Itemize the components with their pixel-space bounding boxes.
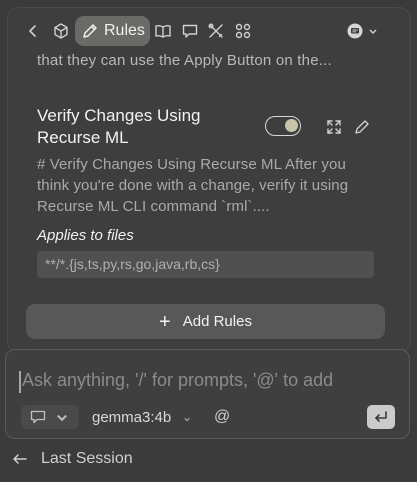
enter-icon: [375, 411, 387, 422]
model-chevron-icon[interactable]: ⌄: [182, 410, 192, 424]
edit-pencil-icon[interactable]: [353, 118, 371, 136]
at-mention-button[interactable]: @: [214, 408, 230, 426]
book-icon[interactable]: [150, 18, 176, 44]
plus-icon: +: [159, 310, 171, 333]
previous-rule-description: that they can use the Apply Button on th…: [37, 52, 332, 69]
add-rules-label: Add Rules: [182, 313, 252, 330]
last-session-label: Last Session: [41, 450, 133, 467]
back-arrow-icon: [13, 454, 27, 464]
tab-rules-label: Rules: [104, 22, 145, 39]
chat-bubble-icon[interactable]: [177, 18, 203, 44]
chevron-down-icon: [369, 29, 377, 34]
rule-description: # Verify Changes Using Recurse ML After …: [37, 156, 349, 215]
last-session-link[interactable]: Last Session: [12, 448, 133, 470]
toggle-knob: [285, 119, 298, 132]
rules-panel: Rules that they can use the Apply Button…: [7, 7, 411, 353]
applies-to-files-label: Applies to files: [37, 227, 134, 244]
mode-selector-button[interactable]: [21, 405, 79, 429]
rule-title: Verify Changes Using Recurse ML: [37, 106, 201, 147]
chevron-down-icon: [57, 414, 67, 422]
assistant-selector[interactable]: [346, 20, 386, 42]
pencil-icon: [83, 24, 97, 38]
chat-input-panel: Ask anything, '/' for prompts, '@' to ad…: [5, 349, 410, 439]
tools-icon[interactable]: [203, 18, 229, 44]
add-rules-button[interactable]: + Add Rules: [26, 304, 385, 339]
expand-icon[interactable]: [325, 118, 343, 136]
chat-input[interactable]: Ask anything, '/' for prompts, '@' to ad…: [22, 370, 333, 391]
cube-icon[interactable]: [48, 18, 74, 44]
assistant-icon: [347, 23, 363, 39]
toolbar: Rules: [8, 14, 410, 48]
grid-icon[interactable]: [230, 18, 256, 44]
back-chevron-icon[interactable]: [20, 18, 46, 44]
submit-button[interactable]: [367, 405, 395, 429]
text-caret: [19, 371, 21, 393]
file-glob-field[interactable]: **/*.{js,ts,py,rs,go,java,rb,cs}: [37, 251, 374, 278]
model-selector[interactable]: gemma3:4b: [92, 409, 171, 426]
rule-enabled-toggle[interactable]: [265, 116, 301, 136]
tab-rules[interactable]: Rules: [75, 16, 150, 46]
chat-mode-icon: [30, 410, 46, 424]
